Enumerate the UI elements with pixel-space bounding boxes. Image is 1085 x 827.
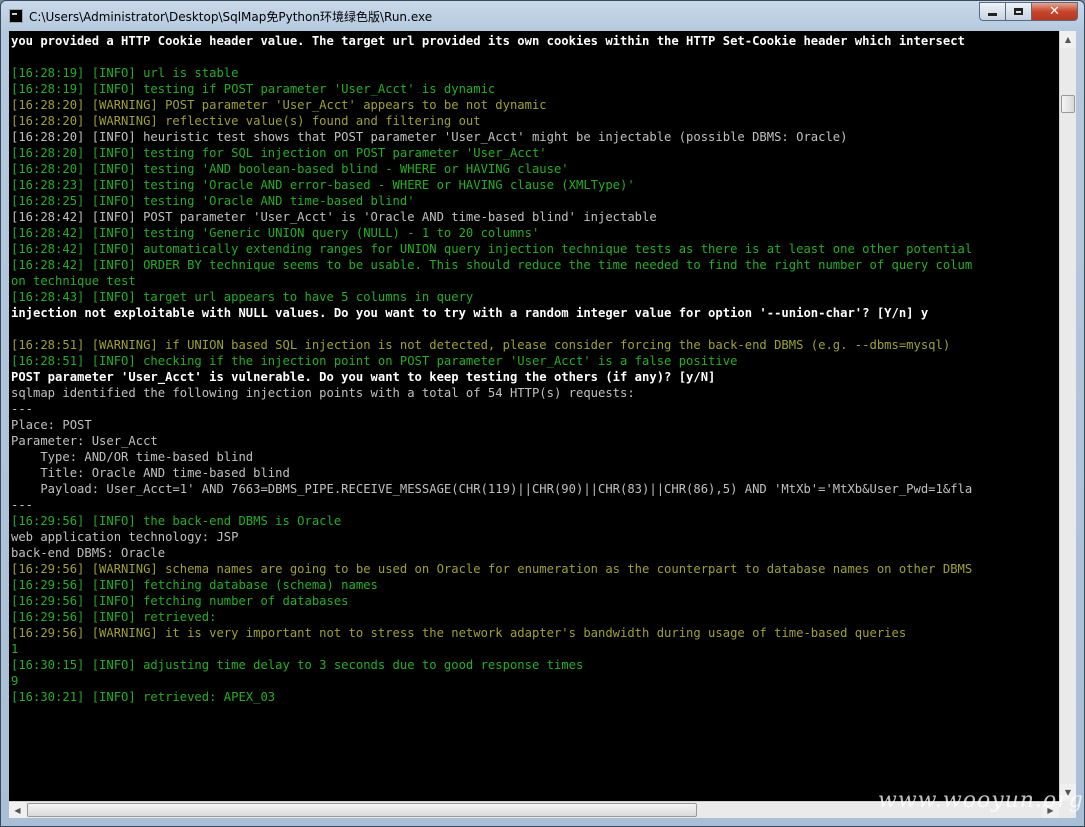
console-line: Payload: User_Acct=1' AND 7663=DBMS_PIPE…	[11, 482, 973, 496]
console-line: web application technology: JSP	[11, 530, 239, 544]
console-line: you provided a HTTP Cookie header value.…	[11, 34, 965, 48]
console-line: ---	[11, 402, 34, 416]
console-line: [16:28:42] [INFO] automatically extendin…	[11, 242, 973, 256]
minimize-button[interactable]	[979, 2, 1006, 21]
console-line: [16:28:23] [INFO] testing 'Oracle AND er…	[11, 178, 635, 192]
console-line: 9	[11, 674, 19, 688]
vertical-scroll-thumb[interactable]	[1061, 95, 1075, 113]
close-button[interactable]: ✕	[1032, 2, 1078, 21]
console-line: [16:28:51] [INFO] checking if the inject…	[11, 354, 738, 368]
console-line: [16:28:19] [INFO] url is stable	[11, 66, 239, 80]
console-line: sqlmap identified the following injectio…	[11, 386, 635, 400]
console-line: [16:28:42] [INFO] testing 'Generic UNION…	[11, 226, 540, 240]
console-line: back-end DBMS: Oracle	[11, 546, 166, 560]
console-line: [16:29:56] [WARNING] it is very importan…	[11, 626, 907, 640]
horizontal-scroll-thumb[interactable]	[27, 803, 697, 817]
watermark: www.wooyun.org	[878, 788, 1084, 813]
title-bar[interactable]: C:\Users\Administrator\Desktop\SqlMap免Py…	[1, 1, 1084, 31]
caption-buttons: ✕	[979, 2, 1078, 21]
minimize-icon	[988, 13, 997, 16]
console-line: Parameter: User_Acct	[11, 434, 158, 448]
scroll-up-arrow-icon[interactable]: ▲	[1060, 31, 1076, 48]
console-line: 1	[11, 642, 19, 656]
console-line: ---	[11, 498, 34, 512]
console-line: [16:28:20] [WARNING] POST parameter 'Use…	[11, 98, 547, 112]
console-line: [16:28:25] [INFO] testing 'Oracle AND ti…	[11, 194, 415, 208]
console-app-icon[interactable]	[9, 9, 23, 23]
console-line: [16:30:15] [INFO] adjusting time delay t…	[11, 658, 584, 672]
console-line: [16:29:56] [INFO] retrieved:	[11, 610, 217, 624]
console-line: [16:29:56] [INFO] the back-end DBMS is O…	[11, 514, 342, 528]
close-icon: ✕	[1049, 4, 1060, 19]
maximize-button[interactable]	[1006, 2, 1032, 21]
console-line: [16:28:20] [INFO] testing for SQL inject…	[11, 146, 547, 160]
console-window: C:\Users\Administrator\Desktop\SqlMap免Py…	[0, 0, 1085, 827]
console-line: [16:29:56] [INFO] fetching database (sch…	[11, 578, 378, 592]
console-line: [16:28:20] [WARNING] reflective value(s)…	[11, 114, 481, 128]
console-line: injection not exploitable with NULL valu…	[11, 306, 929, 320]
console-line: on technique test	[11, 274, 136, 288]
console-line: [16:28:51] [WARNING] if UNION based SQL …	[11, 338, 951, 352]
console-line: [16:28:42] [INFO] POST parameter 'User_A…	[11, 210, 657, 224]
scroll-left-arrow-icon[interactable]: ◀	[9, 802, 26, 818]
console-line: Place: POST	[11, 418, 92, 432]
console-line: [16:29:56] [INFO] fetching number of dat…	[11, 594, 349, 608]
console-line: [16:28:20] [INFO] heuristic test shows t…	[11, 130, 848, 144]
console-line: [16:28:20] [INFO] testing 'AND boolean-b…	[11, 162, 569, 176]
console-line: [16:28:42] [INFO] ORDER BY technique see…	[11, 258, 973, 272]
window-title: C:\Users\Administrator\Desktop\SqlMap免Py…	[29, 10, 433, 24]
console-output[interactable]: you provided a HTTP Cookie header value.…	[9, 31, 1059, 801]
console-line: [16:28:19] [INFO] testing if POST parame…	[11, 82, 496, 96]
vertical-scrollbar[interactable]: ▲ ▼	[1059, 31, 1076, 801]
console-line: [16:29:56] [WARNING] schema names are go…	[11, 562, 973, 576]
console-line: [16:28:43] [INFO] target url appears to …	[11, 290, 474, 304]
maximize-icon	[1014, 8, 1023, 15]
console-line: [16:30:21] [INFO] retrieved: APEX_03	[11, 690, 276, 704]
console-lines: you provided a HTTP Cookie header value.…	[9, 31, 1059, 705]
console-line: Title: Oracle AND time-based blind	[11, 466, 290, 480]
console-line: Type: AND/OR time-based blind	[11, 450, 254, 464]
console-line: POST parameter 'User_Acct' is vulnerable…	[11, 370, 716, 384]
